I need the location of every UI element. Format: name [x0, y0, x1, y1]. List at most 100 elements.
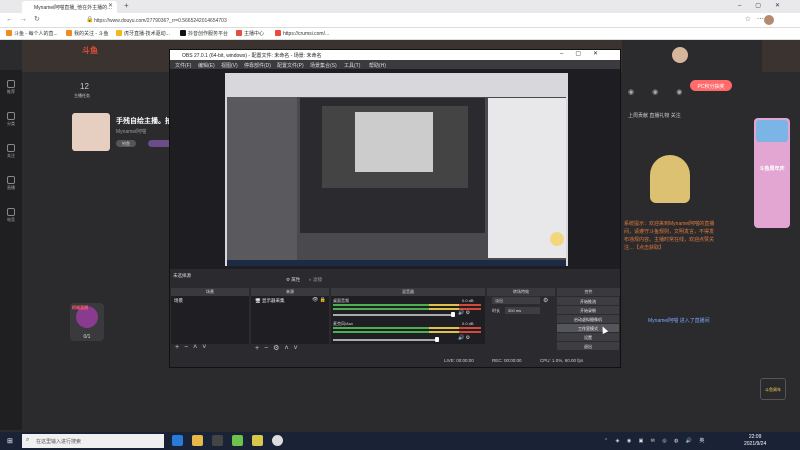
- obs-titlebar: OBS 27.0.1 (64-bit, windows) - 配置文件: 未命名…: [170, 50, 620, 60]
- app-icon[interactable]: [232, 435, 243, 446]
- captured-taskbar: [227, 260, 566, 266]
- nav-icons[interactable]: ←→↻: [6, 15, 47, 23]
- settings-button[interactable]: 设置: [557, 333, 619, 341]
- rail-item[interactable]: 关注: [4, 144, 18, 159]
- volume-knob[interactable]: [435, 337, 439, 342]
- obs-taskbar-icon[interactable]: [272, 435, 283, 446]
- event-tag: 阿喵直播: [72, 305, 88, 310]
- system-tray[interactable]: ⌃ ◈ ◉ ▣ ✉ ◎ ◍ 🔊 英: [604, 437, 707, 444]
- menu-file[interactable]: 文件(F): [175, 62, 191, 69]
- menu-edit[interactable]: 编辑(E): [198, 62, 215, 69]
- captured-left: [227, 97, 297, 260]
- volume-knob[interactable]: [451, 312, 455, 317]
- browser-tabbar: [0, 0, 800, 13]
- audio-meter: [333, 327, 481, 329]
- mascot-image: [650, 155, 690, 203]
- streamer-avatar[interactable]: [72, 113, 110, 151]
- app-icon[interactable]: [252, 435, 263, 446]
- stat-label: 主播任务: [74, 93, 90, 98]
- rec-timer: REC: 00:00:00: [492, 358, 522, 363]
- explorer-icon[interactable]: [192, 435, 203, 446]
- volume-slider[interactable]: [333, 339, 437, 341]
- edge-icon[interactable]: [172, 435, 183, 446]
- menu-scene-collection[interactable]: 场景集合(S): [310, 62, 337, 69]
- menu-docks[interactable]: 停靠部件(D): [244, 62, 271, 69]
- window-controls[interactable]: –▢✕: [738, 2, 794, 9]
- menu-tools[interactable]: 工具(T): [344, 62, 360, 69]
- dock-header-mixer: 混音器: [331, 288, 485, 296]
- mixer-track-level: 0.0 dB: [462, 298, 474, 303]
- profile-avatar[interactable]: [764, 15, 774, 25]
- mixer-track-level: 0.0 dB: [462, 321, 474, 326]
- source-visibility-lock-icons[interactable]: 👁 🔒: [312, 297, 326, 303]
- panel-tabs[interactable]: 上周贡献 直播礼物 关注: [628, 112, 681, 119]
- event-progress: 0/1: [83, 334, 91, 340]
- studio-mode-button[interactable]: 工作室模式: [557, 324, 619, 332]
- recursive-obs-core: [355, 112, 433, 172]
- duration-label: 时长: [492, 308, 500, 313]
- bookmark-item[interactable]: https://crumsi.com/...: [275, 30, 329, 37]
- volume-slider[interactable]: [333, 314, 453, 316]
- bookmark-item[interactable]: 主播中心: [236, 30, 264, 37]
- bookmark-item[interactable]: 斗鱼 - 每个人的直...: [6, 30, 58, 37]
- dock-header-transitions: 转场特效: [487, 288, 555, 296]
- bookmark-item[interactable]: 我的关注 - 斗鱼: [66, 30, 108, 37]
- lock-icon: 🔒: [86, 17, 94, 23]
- source-list-item[interactable]: 🖥 显示器采集: [255, 298, 284, 304]
- chat-user-line: Mynamei阿喵 进入了直播间: [648, 318, 710, 324]
- banner-art: [756, 120, 788, 142]
- rail-item[interactable]: 分类: [4, 112, 18, 127]
- menu-view[interactable]: 视图(V): [221, 62, 238, 69]
- audio-meter: [333, 331, 481, 333]
- bookmark-item[interactable]: 虎牙直播-技术驱动...: [116, 30, 170, 37]
- taskbar-clock[interactable]: 22:09 2021/9/24: [744, 434, 766, 448]
- close-tab-icon[interactable]: ✕: [108, 2, 113, 9]
- duration-input[interactable]: 300 ms: [505, 307, 540, 314]
- menu-help[interactable]: 帮助(H): [369, 62, 386, 69]
- bookmark-item[interactable]: 抖音创作服务平台: [180, 30, 228, 37]
- windows-start-icon[interactable]: ⊞: [7, 437, 13, 445]
- search-icon: ⌕: [26, 437, 30, 443]
- obs-window-controls[interactable]: –▢✕: [560, 50, 610, 57]
- dock-header-controls: 控件: [557, 288, 620, 296]
- start-recording-button[interactable]: 开始录制: [557, 306, 619, 314]
- audio-meter: [333, 304, 481, 306]
- properties-button[interactable]: ⚙ 属性: [286, 277, 300, 283]
- captured-mascot: [550, 232, 564, 246]
- url-field[interactable]: https://www.douyu.com/2779036?_rr=0.5665…: [94, 16, 694, 26]
- mini-badge[interactable]: 斗鱼周年: [760, 378, 786, 400]
- menu-profile[interactable]: 配置文件(P): [277, 62, 304, 69]
- panel-icons[interactable]: ◉◉◉: [628, 88, 700, 96]
- chat-system-message: 系统提示：欢迎来到Mynamei阿喵的直播间，请遵守斗鱼规则，文明发言，不得发布…: [624, 221, 715, 251]
- dock-header-scenes: 场景: [171, 288, 249, 296]
- douyu-logo[interactable]: 斗鱼: [82, 45, 98, 56]
- speaker-icon[interactable]: 🔊 ⚙: [458, 335, 470, 341]
- dock-header-sources: 来源: [251, 288, 329, 296]
- browser-tab[interactable]: Mynamei阿喵直播_他在外主播的…: [22, 1, 117, 13]
- speaker-icon[interactable]: 🔊 ⚙: [458, 310, 470, 316]
- scenes-toolbar[interactable]: +−˄˅: [171, 344, 249, 353]
- streamer-title: 手残自绘主播。拍: [116, 118, 172, 125]
- rail-item[interactable]: 推荐: [4, 80, 18, 95]
- category-pill[interactable]: 钓鱼: [116, 140, 136, 147]
- exit-button[interactable]: 退出: [557, 342, 619, 350]
- banner-text: 斗鱼周年庆: [759, 166, 785, 172]
- scene-list-item[interactable]: 场景: [174, 298, 183, 304]
- filters-button[interactable]: ◐ 滤镜: [309, 277, 322, 283]
- no-source-label: 未选择源: [173, 273, 191, 278]
- rail-item[interactable]: 电竞: [4, 208, 18, 223]
- user-avatar[interactable]: [672, 47, 688, 63]
- live-timer: LIVE: 00:00:00: [444, 358, 474, 363]
- gear-icon[interactable]: ⚙: [543, 297, 548, 304]
- new-tab-icon[interactable]: +: [124, 1, 129, 10]
- transition-select[interactable]: 淡出: [492, 297, 540, 304]
- start-streaming-button[interactable]: 开始推流: [557, 297, 619, 305]
- app-icon[interactable]: [212, 435, 223, 446]
- stat-number: 12: [80, 82, 89, 91]
- rail-item[interactable]: 直播: [4, 176, 18, 191]
- streamer-name[interactable]: Mynamei阿喵: [116, 128, 146, 135]
- sources-toolbar[interactable]: +−⚙˄˅: [251, 344, 329, 353]
- taskbar-search[interactable]: 在这里输入进行搜索: [22, 434, 164, 448]
- virtual-camera-button[interactable]: 启动虚拟摄像机: [557, 315, 619, 323]
- cpu-fps: CPU: 1.0%, 60.00 fps: [540, 358, 584, 363]
